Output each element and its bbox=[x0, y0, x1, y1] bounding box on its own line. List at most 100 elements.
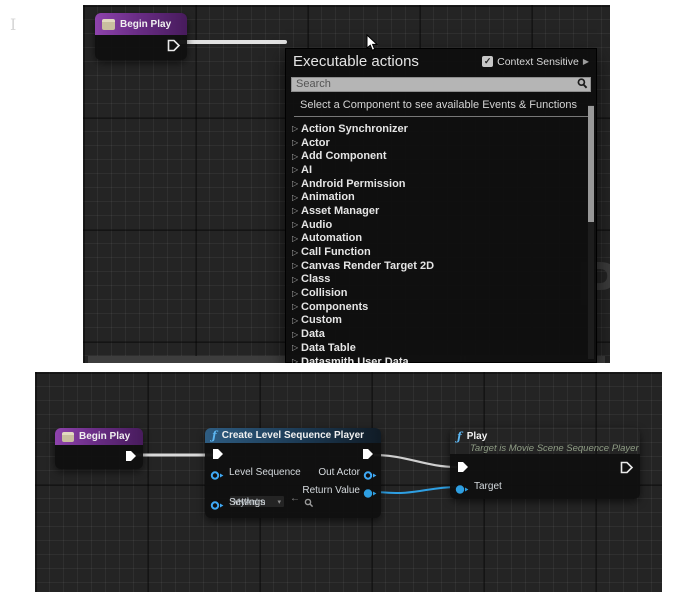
category-item[interactable]: ▷ Audio bbox=[292, 218, 596, 232]
executable-actions-menu: Executable actions ✓ Context Sensitive ▶… bbox=[285, 48, 597, 363]
event-icon bbox=[102, 19, 115, 30]
category-label: Animation bbox=[301, 191, 355, 203]
node-title: Play bbox=[467, 431, 488, 442]
category-item[interactable]: ▷ Add Component bbox=[292, 149, 596, 163]
settings-pin[interactable] bbox=[210, 498, 225, 516]
play-node[interactable]: ƒ Play Target is Movie Scene Sequence Pl… bbox=[450, 427, 640, 499]
category-label: Canvas Render Target 2D bbox=[301, 260, 434, 272]
category-item[interactable]: ▷ Collision bbox=[292, 286, 596, 300]
exec-out-pin[interactable] bbox=[619, 460, 634, 480]
chevron-down-icon: ▾ bbox=[277, 498, 281, 506]
menu-title: Executable actions bbox=[293, 53, 419, 70]
category-label: Action Synchronizer bbox=[301, 123, 408, 135]
expand-triangle-icon[interactable]: ▷ bbox=[292, 138, 301, 147]
node-header[interactable]: Begin Play bbox=[95, 13, 187, 35]
category-label: Data bbox=[301, 328, 325, 340]
category-item[interactable]: ▷ Data Table bbox=[292, 341, 596, 355]
create-level-sequence-player-node[interactable]: ƒ Create Level Sequence Player bbox=[205, 428, 381, 518]
level-sequence-label: Level Sequence bbox=[229, 467, 301, 478]
exec-in-pin[interactable] bbox=[211, 447, 225, 466]
begin-play-node[interactable]: Begin Play bbox=[95, 13, 187, 60]
expand-triangle-icon[interactable]: ▷ bbox=[292, 234, 301, 243]
mouse-cursor-icon bbox=[366, 34, 379, 58]
menu-scrollbar-track[interactable] bbox=[588, 105, 594, 359]
expand-triangle-icon[interactable]: ▷ bbox=[292, 316, 301, 325]
begin-play-node[interactable]: Begin Play bbox=[55, 428, 143, 469]
exec-out-pin[interactable] bbox=[124, 449, 138, 468]
component-hint-text: Select a Component to see available Even… bbox=[286, 95, 596, 115]
category-item[interactable]: ▷ Action Synchronizer bbox=[292, 122, 596, 136]
expand-triangle-icon[interactable]: ▷ bbox=[292, 275, 301, 284]
category-item[interactable]: ▷ Components bbox=[292, 300, 596, 314]
browse-asset-icon[interactable] bbox=[304, 495, 314, 513]
expand-triangle-icon[interactable]: ▷ bbox=[292, 193, 301, 202]
category-label: Android Permission bbox=[301, 178, 406, 190]
category-label: Asset Manager bbox=[301, 205, 379, 217]
context-sensitive-toggle[interactable]: ✓ Context Sensitive ▶ bbox=[482, 56, 589, 68]
category-label: Custom bbox=[301, 314, 342, 326]
ibeam-cursor: I bbox=[10, 15, 16, 34]
category-item[interactable]: ▷ Class bbox=[292, 273, 596, 287]
category-label: Collision bbox=[301, 287, 347, 299]
category-item[interactable]: ▷ Automation bbox=[292, 232, 596, 246]
node-header[interactable]: Begin Play bbox=[55, 428, 143, 445]
exec-wire-drag bbox=[179, 40, 287, 44]
node-header[interactable]: ƒ Create Level Sequence Player bbox=[205, 428, 381, 443]
category-item[interactable]: ▷ Call Function bbox=[292, 245, 596, 259]
page-canvas: I Pl Begin Play bbox=[0, 0, 686, 598]
return-value-label: Return Value bbox=[302, 485, 360, 496]
category-item[interactable]: ▷ Custom bbox=[292, 314, 596, 328]
node-header[interactable]: ƒ Play Target is Movie Scene Sequence Pl… bbox=[450, 427, 640, 454]
return-value-pin[interactable] bbox=[363, 486, 378, 504]
category-label: Datasmith User Data bbox=[301, 356, 409, 363]
expand-triangle-icon[interactable]: ▷ bbox=[292, 330, 301, 339]
category-list: ▷ Action Synchronizer ▷ Actor ▷ Add Comp… bbox=[286, 120, 596, 363]
checkbox-checked-icon[interactable]: ✓ bbox=[482, 56, 493, 67]
expand-triangle-icon[interactable]: ▷ bbox=[292, 152, 301, 161]
category-item[interactable]: ▷ Datasmith User Data bbox=[292, 355, 596, 363]
expand-triangle-icon[interactable]: ▷ bbox=[292, 302, 301, 311]
target-pin[interactable] bbox=[455, 482, 470, 500]
category-item[interactable]: ▷ Animation bbox=[292, 190, 596, 204]
exec-out-pin[interactable] bbox=[166, 38, 181, 58]
category-item[interactable]: ▷ AI bbox=[292, 163, 596, 177]
expand-triangle-icon[interactable]: ▷ bbox=[292, 248, 301, 257]
node-title: Begin Play bbox=[120, 19, 171, 30]
exec-out-pin[interactable] bbox=[361, 447, 375, 466]
event-icon bbox=[62, 432, 74, 442]
expand-triangle-icon[interactable]: ▷ bbox=[292, 261, 301, 270]
category-label: Components bbox=[301, 301, 368, 313]
expand-triangle-icon[interactable]: ▷ bbox=[292, 165, 301, 174]
expand-triangle-icon[interactable]: ▷ bbox=[292, 179, 301, 188]
exec-in-pin[interactable] bbox=[456, 460, 470, 479]
use-selected-asset-icon[interactable]: ← bbox=[290, 493, 300, 504]
menu-scrollbar-thumb[interactable] bbox=[588, 106, 594, 222]
wire-return-to-target bbox=[378, 487, 457, 493]
settings-label: Settings bbox=[229, 497, 265, 508]
node-title: Begin Play bbox=[79, 431, 130, 442]
level-sequence-pin[interactable] bbox=[210, 468, 225, 486]
expand-triangle-icon[interactable]: ▷ bbox=[292, 206, 301, 215]
expand-triangle-icon[interactable]: ▷ bbox=[292, 357, 301, 363]
bottom-graph-panel: Begin Play ƒ Create Level Sequence Playe… bbox=[35, 372, 662, 592]
category-label: Audio bbox=[301, 219, 332, 231]
out-actor-pin[interactable] bbox=[363, 468, 378, 486]
submenu-arrow-icon[interactable]: ▶ bbox=[583, 57, 589, 66]
expand-triangle-icon[interactable]: ▷ bbox=[292, 343, 301, 352]
expand-triangle-icon[interactable]: ▷ bbox=[292, 289, 301, 298]
node-subtitle: Target is Movie Scene Sequence Player bbox=[457, 443, 639, 454]
expand-triangle-icon[interactable]: ▷ bbox=[292, 124, 301, 133]
search-input[interactable] bbox=[291, 77, 591, 92]
target-label: Target bbox=[474, 481, 502, 492]
category-label: Automation bbox=[301, 232, 362, 244]
category-item[interactable]: ▷ Android Permission bbox=[292, 177, 596, 191]
context-sensitive-label: Context Sensitive bbox=[497, 56, 579, 68]
expand-triangle-icon[interactable]: ▷ bbox=[292, 220, 301, 229]
category-item[interactable]: ▷ Asset Manager bbox=[292, 204, 596, 218]
category-item[interactable]: ▷ Canvas Render Target 2D bbox=[292, 259, 596, 273]
category-item[interactable]: ▷ Data bbox=[292, 327, 596, 341]
search-icon bbox=[577, 76, 588, 94]
top-graph-panel: Pl Begin Play bbox=[83, 5, 610, 363]
category-item[interactable]: ▷ Actor bbox=[292, 136, 596, 150]
menu-separator bbox=[294, 116, 588, 117]
